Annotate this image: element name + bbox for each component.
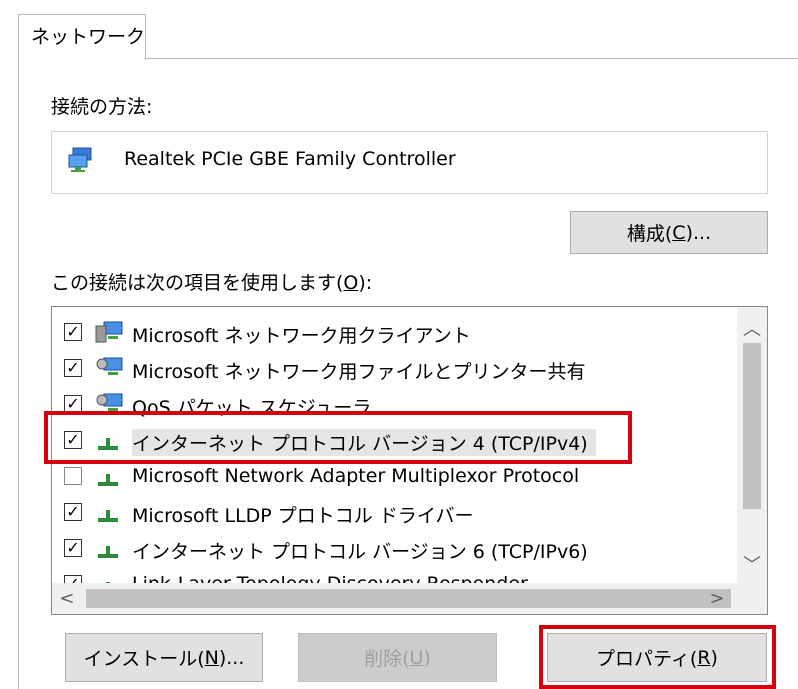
item-checkbox[interactable]: ✓ bbox=[64, 395, 82, 413]
vertical-scrollbar[interactable]: ︿ ﹀ bbox=[737, 307, 767, 583]
item-label: Link-Layer Topology Discovery Responder bbox=[132, 573, 528, 583]
list-item[interactable]: Microsoft Network Adapter Multiplexor Pr… bbox=[52, 459, 738, 495]
item-label: Microsoft ネットワーク用クライアント bbox=[132, 325, 471, 347]
protocol-icon bbox=[98, 438, 118, 450]
item-label: インターネット プロトコル バージョン 4 (TCP/IPv4) bbox=[132, 429, 596, 456]
protocol-icon bbox=[98, 546, 118, 558]
install-button-suffix: )... bbox=[218, 646, 245, 669]
horizontal-scroll-thumb[interactable] bbox=[86, 589, 731, 608]
items-label-text: この接続は次の項目を使用します( bbox=[51, 272, 344, 294]
item-checkbox[interactable] bbox=[64, 467, 82, 485]
properties-button[interactable]: プロパティ(R) bbox=[547, 633, 767, 682]
list-item[interactable]: ✓ Microsoft ネットワーク用ファイルとプリンター共有 bbox=[52, 351, 738, 387]
uninstall-button-key: U bbox=[409, 646, 424, 669]
uninstall-button-suffix: ) bbox=[423, 646, 431, 669]
tab-strip: ネットワーク bbox=[0, 0, 798, 60]
tab-page-left-border bbox=[18, 58, 19, 689]
component-list[interactable]: ✓ Microsoft ネットワーク用クライアント ✓ Microsoft ネットワー… bbox=[51, 306, 768, 615]
item-checkbox[interactable]: ✓ bbox=[64, 359, 82, 377]
item-label: QoS パケット スケジューラ bbox=[132, 397, 372, 419]
install-button-key: N bbox=[204, 646, 219, 669]
scroll-right-icon[interactable]: > bbox=[702, 583, 732, 614]
item-checkbox[interactable]: ✓ bbox=[64, 575, 82, 583]
tab-network[interactable]: ネットワーク bbox=[18, 14, 146, 60]
item-checkbox[interactable]: ✓ bbox=[64, 431, 82, 449]
list-item[interactable]: ✓ インターネット プロトコル バージョン 4 (TCP/IPv4) bbox=[52, 423, 738, 459]
list-item[interactable]: ✓ Microsoft ネットワーク用クライアント bbox=[52, 315, 738, 351]
items-label-key: O bbox=[343, 272, 359, 294]
protocol-icon bbox=[106, 582, 110, 583]
network-adapter-icon bbox=[68, 147, 92, 172]
scroll-down-icon[interactable]: ﹀ bbox=[737, 551, 767, 581]
item-label: Microsoft LLDP プロトコル ドライバー bbox=[132, 505, 474, 527]
item-label: Microsoft ネットワーク用ファイルとプリンター共有 bbox=[132, 361, 586, 383]
scroll-up-icon[interactable]: ︿ bbox=[737, 315, 767, 345]
item-checkbox[interactable]: ✓ bbox=[64, 503, 82, 521]
properties-button-suffix: ) bbox=[710, 646, 718, 669]
item-label: インターネット プロトコル バージョン 6 (TCP/IPv6) bbox=[132, 541, 588, 563]
properties-button-text: プロパティ( bbox=[596, 648, 698, 670]
item-checkbox[interactable]: ✓ bbox=[64, 539, 82, 557]
scroll-left-icon[interactable]: < bbox=[52, 583, 82, 614]
network-service-icon bbox=[96, 357, 123, 375]
vertical-scroll-thumb[interactable] bbox=[743, 343, 761, 509]
configure-button[interactable]: 構成(C)... bbox=[570, 211, 768, 254]
connect-using-label: 接続の方法: bbox=[51, 96, 153, 118]
protocol-icon bbox=[98, 474, 118, 486]
list-item[interactable]: ✓ Microsoft LLDP プロトコル ドライバー bbox=[52, 495, 738, 531]
list-item[interactable]: ✓ Link-Layer Topology Discovery Responder bbox=[52, 567, 738, 583]
adapter-name: Realtek PCIe GBE Family Controller bbox=[124, 148, 456, 170]
items-label: この接続は次の項目を使用します(O): bbox=[51, 268, 372, 295]
horizontal-scrollbar[interactable]: < > bbox=[52, 583, 767, 614]
configure-button-suffix: )... bbox=[685, 221, 712, 244]
adapter-box: Realtek PCIe GBE Family Controller bbox=[51, 131, 768, 194]
uninstall-button[interactable]: 削除(U) bbox=[298, 633, 497, 682]
item-checkbox[interactable]: ✓ bbox=[64, 323, 82, 341]
configure-button-key: C bbox=[672, 221, 686, 244]
uninstall-button-text: 削除( bbox=[364, 648, 410, 670]
install-button-text: インストール( bbox=[83, 648, 205, 670]
network-client-icon bbox=[95, 321, 123, 343]
component-list-rows: ✓ Microsoft ネットワーク用クライアント ✓ Microsoft ネットワー… bbox=[52, 307, 738, 583]
properties-button-key: R bbox=[697, 646, 711, 669]
configure-button-text: 構成( bbox=[626, 223, 673, 245]
install-button[interactable]: インストール(N)... bbox=[65, 633, 263, 682]
item-label: Microsoft Network Adapter Multiplexor Pr… bbox=[132, 465, 580, 487]
scrollbar-corner bbox=[737, 583, 767, 614]
protocol-icon bbox=[98, 510, 118, 522]
network-service-icon bbox=[96, 393, 123, 411]
list-item[interactable]: ✓ インターネット プロトコル バージョン 6 (TCP/IPv6) bbox=[52, 531, 738, 567]
items-label-suffix: ): bbox=[358, 272, 373, 294]
list-item[interactable]: ✓ QoS パケット スケジューラ bbox=[52, 387, 738, 423]
